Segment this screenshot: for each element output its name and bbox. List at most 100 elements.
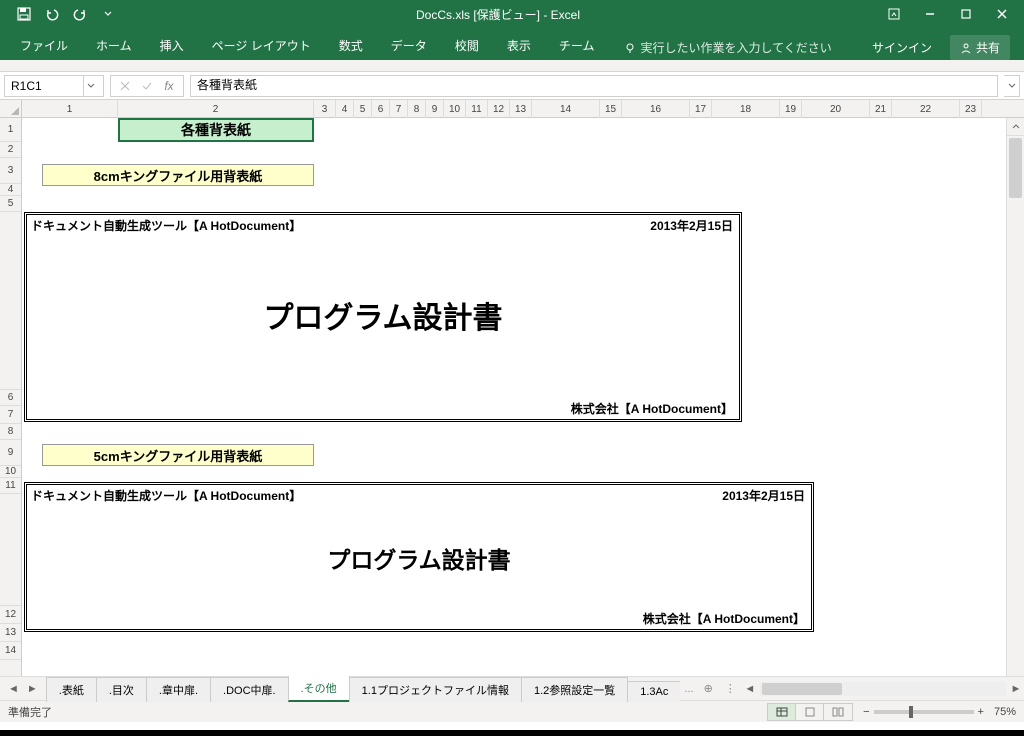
- formula-input[interactable]: 各種背表紙: [190, 75, 998, 97]
- col-header[interactable]: 2: [118, 100, 314, 118]
- col-header[interactable]: 15: [600, 100, 622, 118]
- zoom-slider-thumb[interactable]: [909, 706, 913, 718]
- tab-formulas[interactable]: 数式: [325, 31, 377, 60]
- sheet-nav-next-icon[interactable]: ►: [25, 683, 40, 695]
- label-8cm[interactable]: 8cmキングファイル用背表紙: [42, 164, 314, 186]
- sheet-tab[interactable]: 1.3Ac: [627, 681, 680, 702]
- col-header[interactable]: 23: [960, 100, 982, 118]
- sheet-more[interactable]: ...: [680, 683, 697, 695]
- view-pagebreak-icon[interactable]: [824, 704, 852, 720]
- view-normal-icon[interactable]: [768, 704, 796, 720]
- col-header[interactable]: 13: [510, 100, 532, 118]
- spine-box-8cm[interactable]: ドキュメント自動生成ツール【A HotDocument】 2013年2月15日 …: [24, 212, 742, 422]
- ribbon-options-icon[interactable]: [876, 0, 912, 28]
- vertical-scrollbar[interactable]: [1006, 118, 1024, 676]
- cell-grid[interactable]: 各種背表紙 8cmキングファイル用背表紙 ドキュメント自動生成ツール【A Hot…: [22, 118, 1006, 676]
- col-header[interactable]: 10: [444, 100, 466, 118]
- sheet-tab[interactable]: .DOC中扉.: [210, 677, 289, 702]
- qat-dropdown-icon[interactable]: [96, 2, 120, 26]
- fx-icon[interactable]: fx: [161, 79, 177, 93]
- col-header[interactable]: 7: [390, 100, 408, 118]
- scroll-up-icon[interactable]: [1007, 118, 1024, 136]
- tab-data[interactable]: データ: [377, 31, 441, 60]
- hscroll-track[interactable]: [760, 682, 1006, 696]
- sheet-tab[interactable]: .表紙: [46, 677, 97, 702]
- horizontal-scrollbar[interactable]: ◄ ►: [742, 681, 1024, 697]
- column-header-row[interactable]: 1234567891011121314151617181920212223: [22, 100, 1024, 117]
- col-header[interactable]: 17: [690, 100, 712, 118]
- row-header[interactable]: 10: [0, 466, 21, 478]
- col-header[interactable]: 20: [802, 100, 870, 118]
- tab-insert[interactable]: 挿入: [146, 31, 198, 60]
- minimize-icon[interactable]: [912, 0, 948, 28]
- sheet-tab[interactable]: .章中扉.: [146, 677, 211, 702]
- col-header[interactable]: 4: [336, 100, 354, 118]
- sheet-tab[interactable]: .その他: [288, 675, 350, 702]
- tab-review[interactable]: 校閲: [441, 31, 493, 60]
- tab-pagelayout[interactable]: ページ レイアウト: [198, 31, 325, 60]
- sheet-tab[interactable]: 1.1プロジェクトファイル情報: [349, 677, 522, 702]
- vscroll-thumb[interactable]: [1009, 138, 1022, 198]
- col-header[interactable]: 6: [372, 100, 390, 118]
- zoom-percent[interactable]: 75%: [994, 706, 1016, 718]
- row-header[interactable]: 1: [0, 118, 21, 142]
- close-icon[interactable]: [984, 0, 1020, 28]
- col-header[interactable]: 22: [892, 100, 960, 118]
- col-header[interactable]: 1: [22, 100, 118, 118]
- row-header[interactable]: 13: [0, 624, 21, 642]
- col-header[interactable]: 21: [870, 100, 892, 118]
- formula-expand-icon[interactable]: [1004, 75, 1020, 97]
- col-header[interactable]: 12: [488, 100, 510, 118]
- hscroll-thumb[interactable]: [762, 683, 842, 695]
- tab-team[interactable]: チーム: [545, 31, 609, 60]
- row-header[interactable]: 4: [0, 184, 21, 196]
- name-box[interactable]: R1C1: [4, 75, 104, 97]
- col-header[interactable]: 18: [712, 100, 780, 118]
- tab-file[interactable]: ファイル: [6, 31, 82, 60]
- zoom-in-icon[interactable]: +: [978, 706, 984, 718]
- label-5cm[interactable]: 5cmキングファイル用背表紙: [42, 444, 314, 466]
- row-header[interactable]: 9: [0, 440, 21, 466]
- cell-active[interactable]: 各種背表紙: [118, 118, 314, 142]
- row-header[interactable]: [0, 212, 21, 390]
- row-header[interactable]: 5: [0, 196, 21, 212]
- row-headers[interactable]: 1234567891011121314: [0, 118, 22, 676]
- row-header[interactable]: [0, 494, 21, 606]
- sheet-tab[interactable]: .目次: [96, 677, 147, 702]
- cancel-icon[interactable]: [117, 81, 133, 91]
- row-header[interactable]: 11: [0, 478, 21, 494]
- col-header[interactable]: 8: [408, 100, 426, 118]
- col-header[interactable]: 19: [780, 100, 802, 118]
- signin-link[interactable]: サインイン: [862, 35, 942, 60]
- new-sheet-icon[interactable]: ⊕: [698, 680, 719, 697]
- zoom-slider[interactable]: [874, 710, 974, 714]
- col-header[interactable]: 14: [532, 100, 600, 118]
- enter-icon[interactable]: [139, 81, 155, 91]
- hscroll-left-icon[interactable]: ◄: [742, 681, 758, 697]
- row-header[interactable]: 8: [0, 424, 21, 440]
- sheet-nav-prev-icon[interactable]: ◄: [6, 683, 21, 695]
- tab-view[interactable]: 表示: [493, 31, 545, 60]
- row-header[interactable]: 14: [0, 642, 21, 660]
- redo-icon[interactable]: [68, 2, 92, 26]
- select-all-button[interactable]: [0, 100, 22, 117]
- maximize-icon[interactable]: [948, 0, 984, 28]
- spine-box-5cm[interactable]: ドキュメント自動生成ツール【A HotDocument】 2013年2月15日 …: [24, 482, 814, 632]
- hscroll-right-icon[interactable]: ►: [1008, 681, 1024, 697]
- name-box-dropdown-icon[interactable]: [83, 76, 97, 96]
- row-header[interactable]: 12: [0, 606, 21, 624]
- col-header[interactable]: 3: [314, 100, 336, 118]
- tell-me-search[interactable]: 実行したい作業を入力してください: [616, 35, 839, 60]
- tab-home[interactable]: ホーム: [82, 31, 146, 60]
- zoom-out-icon[interactable]: −: [863, 706, 869, 718]
- col-header[interactable]: 11: [466, 100, 488, 118]
- col-header[interactable]: 16: [622, 100, 690, 118]
- col-header[interactable]: 5: [354, 100, 372, 118]
- col-header[interactable]: 9: [426, 100, 444, 118]
- row-header[interactable]: 6: [0, 390, 21, 406]
- save-icon[interactable]: [12, 2, 36, 26]
- sheet-tab[interactable]: 1.2参照設定一覧: [521, 677, 628, 702]
- undo-icon[interactable]: [40, 2, 64, 26]
- view-pagelayout-icon[interactable]: [796, 704, 824, 720]
- row-header[interactable]: 3: [0, 158, 21, 184]
